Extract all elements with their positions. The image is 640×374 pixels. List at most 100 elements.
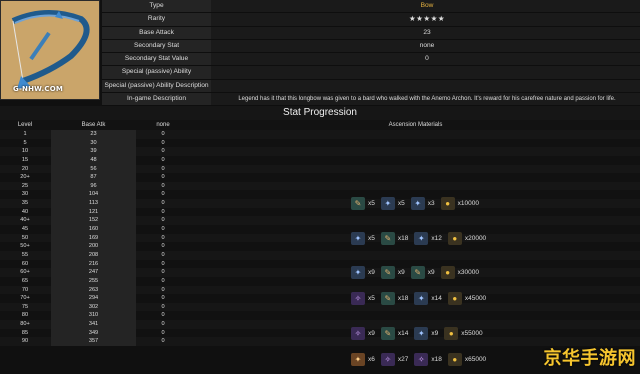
cell-secondary: 0: [161, 260, 165, 267]
cell-secondary: 0: [161, 234, 165, 241]
info-row: In-game Description Legend has it that th…: [102, 93, 640, 107]
cell-base-atk: 294: [51, 294, 136, 303]
cell-base-atk: 23: [51, 130, 136, 139]
material-icon: ✦: [380, 197, 395, 211]
material-icon: ✧: [414, 352, 429, 366]
cell-base-atk: 247: [51, 268, 136, 277]
cell-secondary: 0: [161, 295, 165, 302]
cell-level: 80: [21, 312, 29, 319]
weapon-image: G-NHW.COM: [0, 0, 100, 100]
ascension-materials-group: ✦ x6 ✧ x27 ✧ x18 ● x65000: [351, 352, 492, 366]
cell-level: 25: [21, 182, 29, 189]
cell-level: 40+: [20, 217, 30, 224]
table-row: 5 30 0: [0, 138, 640, 148]
material-item: ● x30000: [440, 266, 479, 280]
material-quantity: x5: [368, 234, 375, 242]
cell-base-atk: 104: [51, 190, 136, 200]
cell-level: 40: [21, 208, 29, 215]
cell-base-atk: 113: [51, 199, 136, 208]
material-icon: ✦: [351, 266, 365, 280]
material-quantity: x18: [397, 295, 409, 303]
material-item: ✦ x5: [380, 197, 405, 211]
cell-level: 70: [21, 286, 29, 293]
material-item: ● x55000: [444, 326, 483, 340]
info-value: Bow: [211, 0, 640, 13]
material-item: ● x20000: [447, 231, 486, 245]
ascension-materials-group: ✦ x9 ✎ x9 ✎ x9 ● x30000: [351, 266, 485, 280]
cell-base-atk: 310: [51, 311, 136, 321]
info-value: [211, 79, 640, 93]
header-ascension-materials: Ascension Materials: [388, 122, 443, 128]
material-item: ✧ x18: [414, 352, 442, 366]
table-row: 20 56 0: [0, 164, 640, 174]
table-row: 60 216 0: [0, 259, 640, 269]
cell-level: 70+: [20, 295, 30, 302]
cell-secondary: 0: [161, 251, 165, 258]
table-row: 60+ 247 0: [0, 268, 640, 277]
material-icon: ✧: [351, 326, 365, 340]
cell-secondary: 0: [161, 303, 165, 310]
table-row: 45 160 0: [0, 225, 640, 234]
material-quantity: x65000: [464, 355, 487, 363]
info-row: Special (passive) Ability: [102, 66, 640, 80]
ascension-materials-group: ✦ x5 ✎ x18 ✦ x12 ● x20000: [351, 231, 492, 245]
material-quantity: x5: [368, 200, 375, 208]
header-secondary: none: [156, 122, 170, 128]
cell-secondary: 0: [161, 148, 165, 155]
material-item: ✦ x9: [414, 326, 438, 340]
cell-base-atk: 121: [51, 207, 136, 217]
cell-secondary: 0: [161, 208, 165, 215]
rarity-stars: ★★★★★: [211, 13, 640, 26]
mora-icon: ●: [440, 266, 455, 280]
material-item: ● x10000: [440, 197, 479, 211]
material-icon: ✎: [410, 266, 425, 280]
stat-progression-title: Stat Progression: [0, 106, 640, 120]
material-item: ✧ x9: [351, 326, 375, 340]
cell-base-atk: 200: [51, 242, 136, 251]
material-item: ✦ x3: [410, 197, 435, 211]
material-item: ✦ x5: [351, 231, 375, 245]
table-row: 1 23 0: [0, 130, 640, 139]
info-key: Base Attack: [102, 26, 211, 39]
mora-icon: ●: [444, 326, 459, 340]
cell-base-atk: 39: [51, 147, 136, 156]
info-key: Special (passive) Ability: [102, 66, 211, 79]
cell-base-atk: 96: [51, 181, 136, 191]
table-row: 50+ 200 0: [0, 242, 640, 251]
material-quantity: x18: [431, 355, 442, 363]
cell-level: 75: [21, 303, 29, 310]
table-row: 40+ 152 0: [0, 216, 640, 226]
cell-base-atk: 216: [51, 259, 136, 269]
material-item: ✎ x5: [351, 197, 375, 211]
info-value: 23: [211, 26, 640, 39]
material-item: ✦ x14: [414, 292, 442, 306]
table-row: 10 39 0: [0, 147, 640, 156]
info-row: Base Attack 23: [102, 26, 640, 40]
material-quantity: x5: [368, 295, 375, 303]
material-item: ✧ x5: [351, 292, 375, 306]
info-value: none: [211, 39, 640, 53]
material-quantity: x12: [431, 234, 442, 242]
cell-secondary: 0: [161, 329, 165, 336]
cell-base-atk: 56: [51, 164, 136, 174]
material-item: ✎ x14: [380, 326, 408, 340]
material-item: ✧ x27: [380, 352, 408, 366]
cell-base-atk: 263: [51, 285, 136, 295]
cell-base-atk: 87: [51, 173, 136, 182]
material-quantity: x9: [368, 269, 375, 277]
ascension-materials-group: ✎ x5 ✦ x5 ✦ x3 ● x10000: [351, 197, 485, 211]
material-icon: ✦: [351, 352, 365, 366]
table-row: 25 96 0: [0, 181, 640, 191]
info-key: Secondary Stat Value: [102, 53, 211, 66]
cell-secondary: 0: [161, 217, 165, 224]
material-quantity: x9: [427, 269, 435, 277]
cell-level: 1: [23, 131, 27, 137]
cell-base-atk: 160: [51, 225, 136, 234]
cell-secondary: 0: [161, 139, 165, 146]
cell-secondary: 0: [161, 312, 165, 319]
material-icon: ✎: [380, 231, 395, 245]
cell-level: 50: [21, 234, 29, 241]
cell-secondary: 0: [161, 131, 165, 137]
cell-secondary: 0: [161, 269, 165, 276]
material-quantity: x14: [431, 295, 442, 303]
